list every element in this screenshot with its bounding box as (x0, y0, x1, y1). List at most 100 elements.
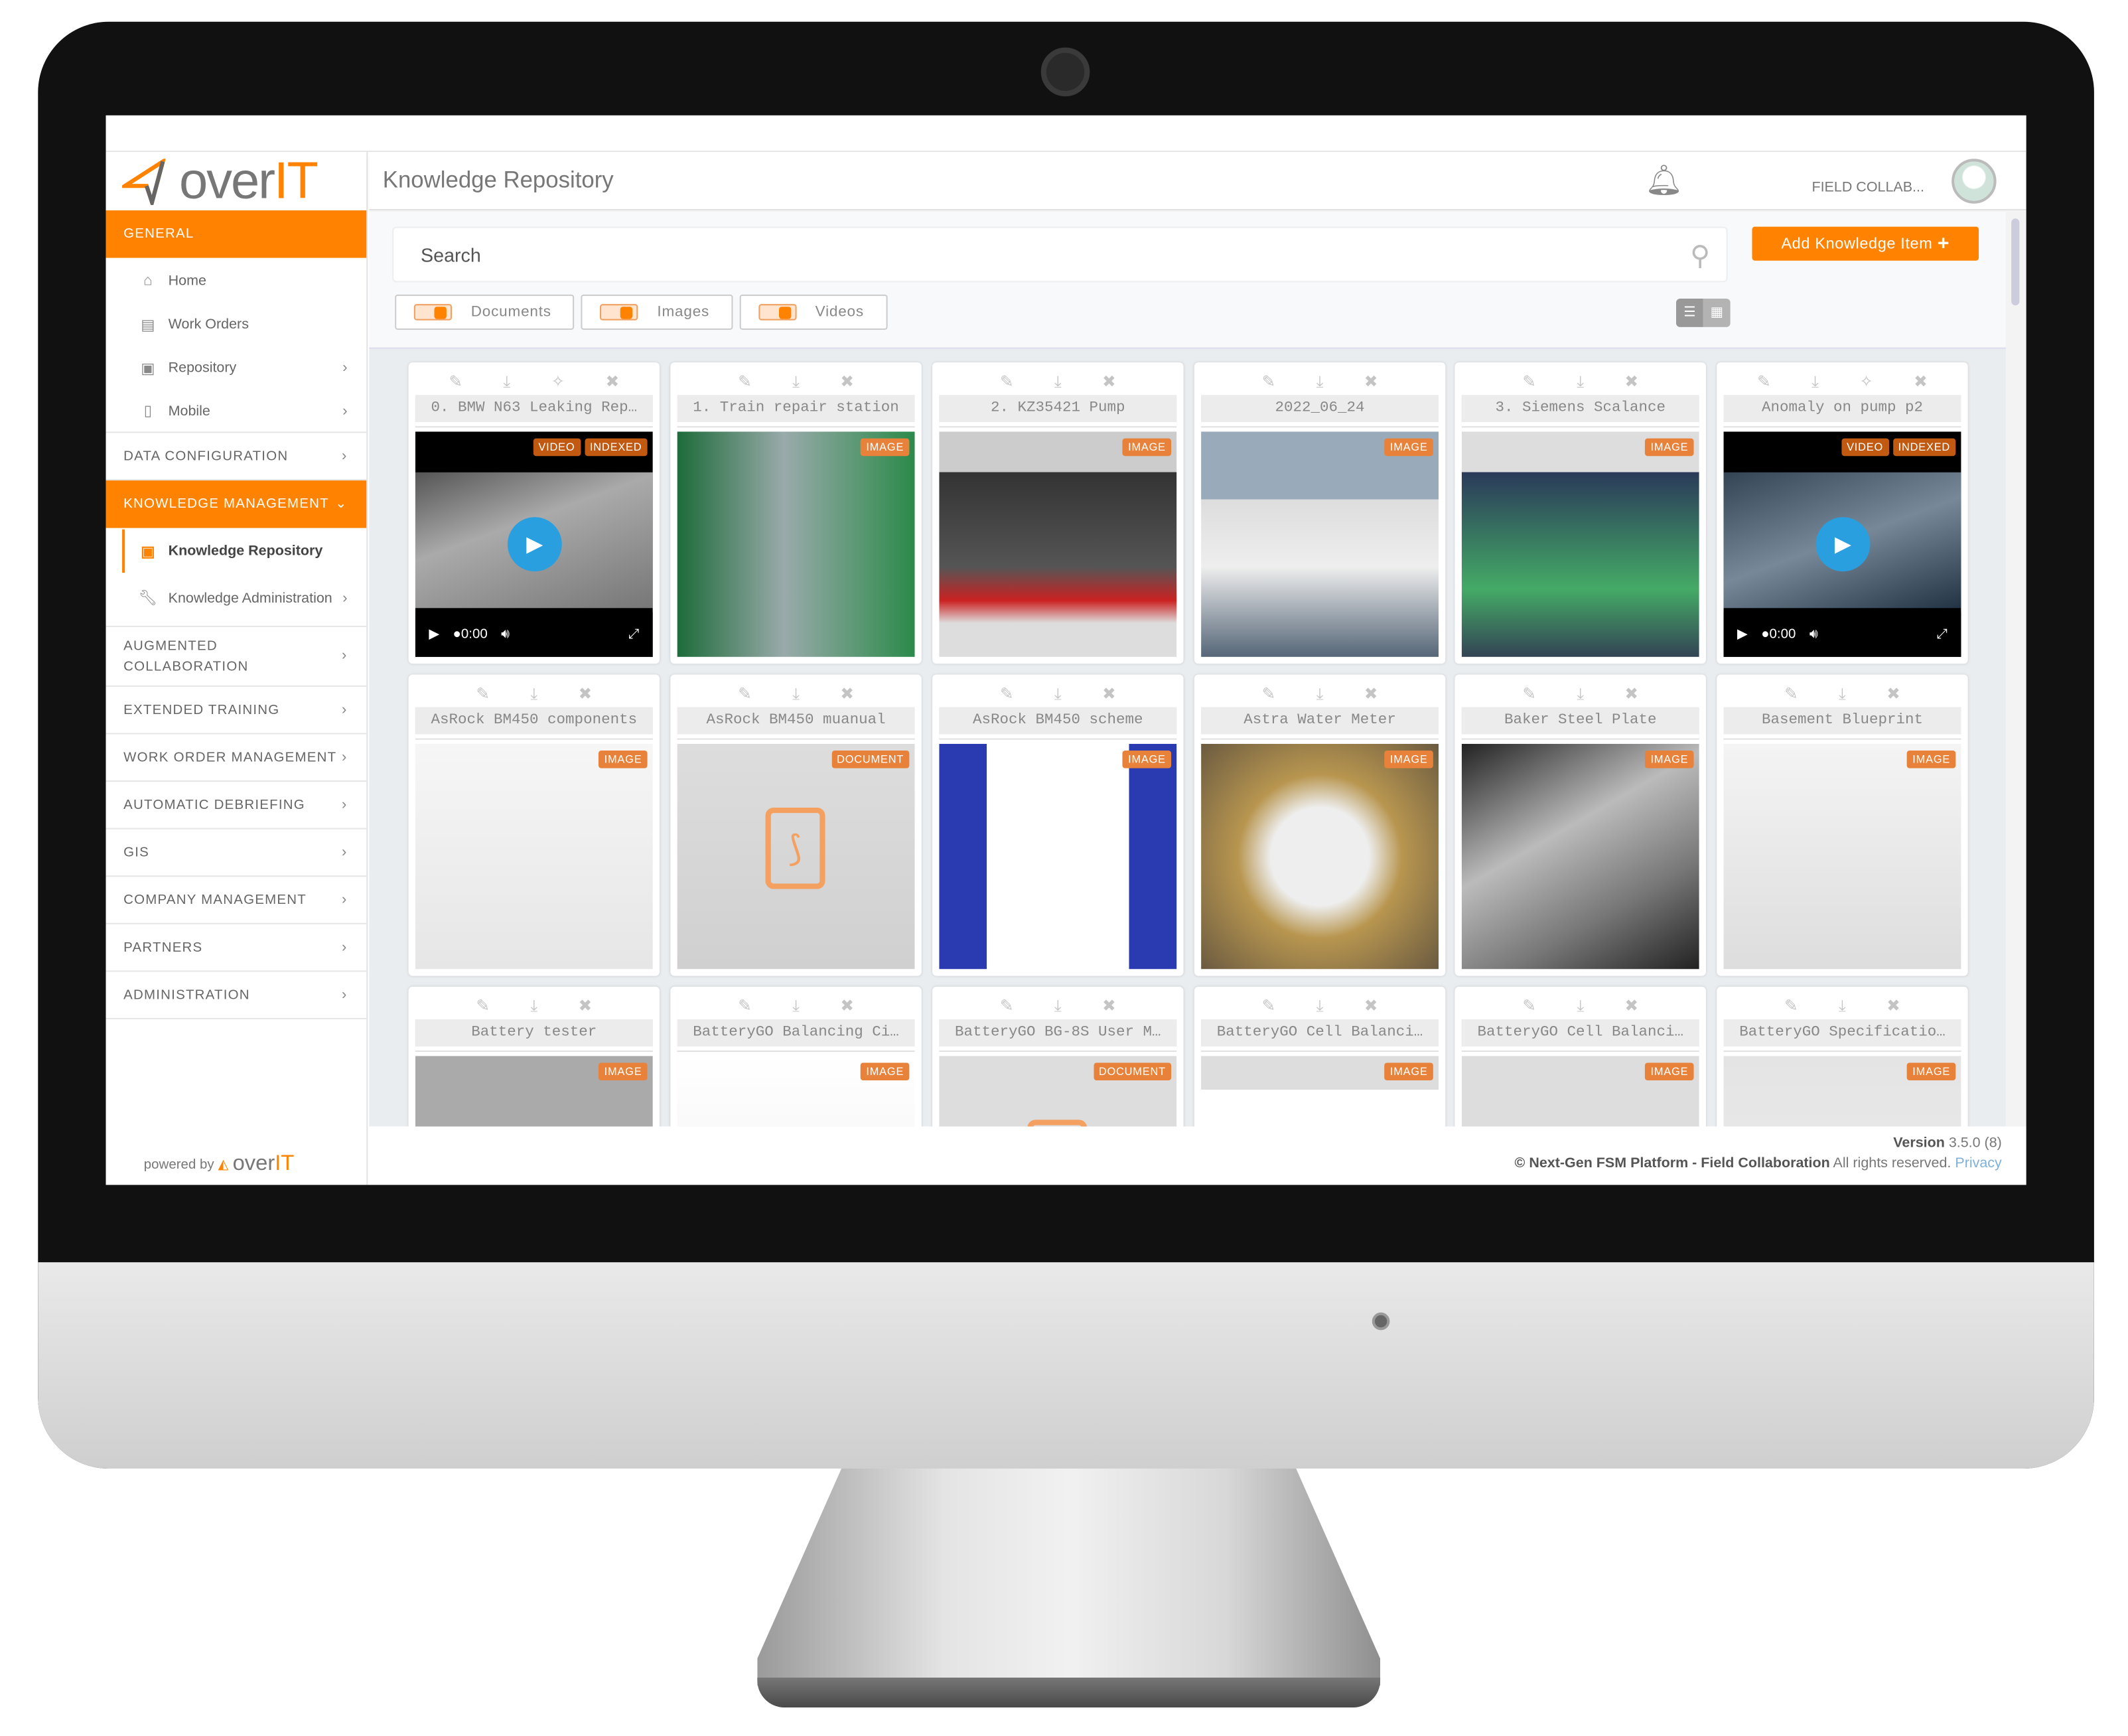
thumbnail-image[interactable] (1201, 743, 1439, 970)
edit-icon[interactable]: ✎ (1262, 684, 1276, 703)
fullscreen-icon[interactable]: ⤢ (1937, 627, 1948, 642)
sidebar-section-augmented-collaboration[interactable]: AUGMENTED COLLABORATION › (106, 627, 367, 687)
delete-icon[interactable]: ✖ (579, 684, 593, 703)
card-title[interactable]: Astra Water Meter (1201, 707, 1439, 739)
delete-icon[interactable]: ✖ (1102, 684, 1116, 703)
play-button[interactable]: ▶ (1815, 517, 1871, 572)
thumbnail-image[interactable] (677, 431, 915, 657)
search-input[interactable]: Search ⚲ (392, 226, 1728, 283)
card-title[interactable]: 3. Siemens Scalance (1461, 395, 1699, 427)
edit-icon[interactable]: ✎ (476, 996, 490, 1015)
sidebar-item-knowledge-repository[interactable]: ▣ Knowledge Repository (122, 529, 366, 573)
toggle-switch[interactable] (413, 304, 453, 321)
download-icon[interactable]: ⤓ (1316, 684, 1324, 704)
card-thumbnail[interactable]: IMAGE (1461, 743, 1699, 970)
edit-icon[interactable]: ✎ (1000, 372, 1014, 391)
knowledge-card[interactable]: ✎ ⤓ ✖ Astra Water Meter IMAGE (1194, 674, 1446, 976)
delete-icon[interactable]: ✖ (1102, 996, 1116, 1015)
edit-icon[interactable]: ✎ (1522, 684, 1536, 703)
edit-icon[interactable]: ✎ (738, 684, 752, 703)
play-icon[interactable]: ▶ (1737, 627, 1748, 642)
knowledge-card[interactable]: ✎ ⤓ ✖ 1. Train repair station IMAGE (670, 362, 922, 664)
knowledge-card[interactable]: ✎ ⤓ ✖ AsRock BM450 components IMAGE (408, 674, 660, 976)
card-title[interactable]: 2022_06_24 (1201, 395, 1439, 427)
play-button[interactable]: ▶ (507, 517, 562, 572)
card-thumbnail[interactable]: IMAGE (939, 431, 1177, 657)
download-icon[interactable]: ⤓ (1054, 371, 1062, 392)
card-thumbnail[interactable]: ▶ ▶ ● 0:00 🔊︎ ⤢ VIDEO INDEXED (1723, 431, 1961, 657)
list-view-icon[interactable]: ☰ (1675, 298, 1703, 327)
edit-icon[interactable]: ✎ (476, 684, 490, 703)
card-title[interactable]: BatteryGO Cell Balanci… (1201, 1019, 1439, 1051)
delete-icon[interactable]: ✖ (579, 996, 593, 1015)
knowledge-card[interactable]: ✎ ⤓ ✖ BatteryGO BG-8S User M… ⟆ DOCUMENT (932, 986, 1184, 1127)
delete-icon[interactable]: ✖ (1364, 372, 1378, 391)
thumbnail-image[interactable] (1461, 431, 1699, 657)
brand-logo[interactable]: overIT (106, 152, 367, 210)
card-thumbnail[interactable]: ▶ ▶ ● 0:00 🔊︎ ⤢ VIDEO INDEXED (415, 431, 653, 657)
delete-icon[interactable]: ✖ (1625, 684, 1639, 703)
avatar[interactable] (1951, 159, 1997, 204)
download-icon[interactable]: ⤓ (1811, 371, 1819, 392)
delete-icon[interactable]: ✖ (1886, 684, 1900, 703)
card-title[interactable]: 1. Train repair station (677, 395, 915, 427)
card-title[interactable]: BatteryGO Balancing Ci… (677, 1019, 915, 1051)
edit-icon[interactable]: ✎ (1522, 372, 1536, 391)
card-title[interactable]: Battery tester (415, 1019, 653, 1051)
sidebar-section-data-configuration[interactable]: DATA CONFIGURATION › (106, 433, 367, 481)
edit-icon[interactable]: ✎ (1000, 996, 1014, 1015)
card-title[interactable]: BatteryGO Cell Balanci… (1461, 1019, 1699, 1051)
progress-handle[interactable]: ● (453, 627, 461, 642)
download-icon[interactable]: ⤓ (530, 684, 537, 704)
card-thumbnail[interactable]: IMAGE (1723, 1056, 1961, 1127)
sidebar-section-automatic-debriefing[interactable]: AUTOMATIC DEBRIEFING › (106, 782, 367, 830)
card-thumbnail[interactable]: IMAGE (677, 431, 915, 657)
download-icon[interactable]: ⤓ (1316, 371, 1324, 392)
knowledge-card[interactable]: ✎ ⤓ ✧ ✖ Anomaly on pump p2 ▶ ▶ ● 0:00 🔊︎ ⤢ VIDEO IND… (1717, 362, 1968, 664)
thumbnail-image[interactable] (1461, 743, 1699, 970)
card-title[interactable]: AsRock BM450 components (415, 707, 653, 739)
knowledge-card[interactable]: ✎ ⤓ ✖ Basement Blueprint IMAGE (1717, 674, 1968, 976)
delete-icon[interactable]: ✖ (606, 372, 620, 391)
knowledge-card[interactable]: ✎ ⤓ ✖ BatteryGO Specificatio… IMAGE (1717, 986, 1968, 1127)
edit-icon[interactable]: ✎ (738, 996, 752, 1015)
edit-icon[interactable]: ✎ (449, 372, 462, 391)
card-thumbnail[interactable]: IMAGE (1461, 431, 1699, 657)
knowledge-card[interactable]: ✎ ⤓ ✖ 2. KZ35421 Pump IMAGE (932, 362, 1184, 664)
edit-icon[interactable]: ✎ (1262, 996, 1276, 1015)
card-title[interactable]: AsRock BM450 muanual (677, 707, 915, 739)
card-thumbnail[interactable]: IMAGE (1201, 743, 1439, 970)
delete-icon[interactable]: ✖ (1364, 996, 1378, 1015)
sidebar-section-gis[interactable]: GIS › (106, 830, 367, 877)
download-icon[interactable]: ⤓ (1054, 995, 1062, 1016)
download-icon[interactable]: ⤓ (792, 684, 800, 704)
card-title[interactable]: Anomaly on pump p2 (1723, 395, 1961, 427)
download-icon[interactable]: ⤓ (1316, 995, 1324, 1016)
search-icon[interactable]: ⚲ (1690, 239, 1710, 273)
magic-wand-icon[interactable]: ✧ (1859, 372, 1873, 391)
sidebar-item-knowledge-administration[interactable]: 🔧︎ Knowledge Administration › (106, 573, 367, 627)
download-icon[interactable]: ⤓ (1054, 684, 1062, 704)
sidebar-item-mobile[interactable]: ▯ Mobile › (106, 390, 367, 433)
sidebar-section-company-management[interactable]: COMPANY MANAGEMENT › (106, 877, 367, 924)
knowledge-card[interactable]: ✎ ⤓ ✖ Baker Steel Plate IMAGE (1454, 674, 1706, 976)
sidebar-section-general[interactable]: GENERAL (106, 210, 367, 258)
edit-icon[interactable]: ✎ (1784, 684, 1798, 703)
card-title[interactable]: BatteryGO Specificatio… (1723, 1019, 1961, 1051)
card-thumbnail[interactable]: IMAGE (677, 1056, 915, 1127)
delete-icon[interactable]: ✖ (1886, 996, 1900, 1015)
knowledge-card[interactable]: ✎ ⤓ ✖ 3. Siemens Scalance IMAGE (1454, 362, 1706, 664)
download-icon[interactable]: ⤓ (1839, 684, 1846, 704)
filter-images[interactable]: Images (581, 294, 733, 330)
knowledge-card[interactable]: ✎ ⤓ ✖ BatteryGO Cell Balanci… IMAGE (1194, 986, 1446, 1127)
magic-wand-icon[interactable]: ✧ (551, 372, 565, 391)
card-thumbnail[interactable]: IMAGE (939, 743, 1177, 970)
edit-icon[interactable]: ✎ (1000, 684, 1014, 703)
fullscreen-icon[interactable]: ⤢ (628, 627, 639, 642)
card-thumbnail[interactable]: ⟆ DOCUMENT (939, 1056, 1177, 1127)
delete-icon[interactable]: ✖ (840, 684, 854, 703)
download-icon[interactable]: ⤓ (1577, 684, 1584, 704)
privacy-link[interactable]: Privacy (1955, 1155, 2001, 1172)
knowledge-card[interactable]: ✎ ⤓ ✖ BatteryGO Balancing Ci… IMAGE (670, 986, 922, 1127)
delete-icon[interactable]: ✖ (1625, 372, 1639, 391)
